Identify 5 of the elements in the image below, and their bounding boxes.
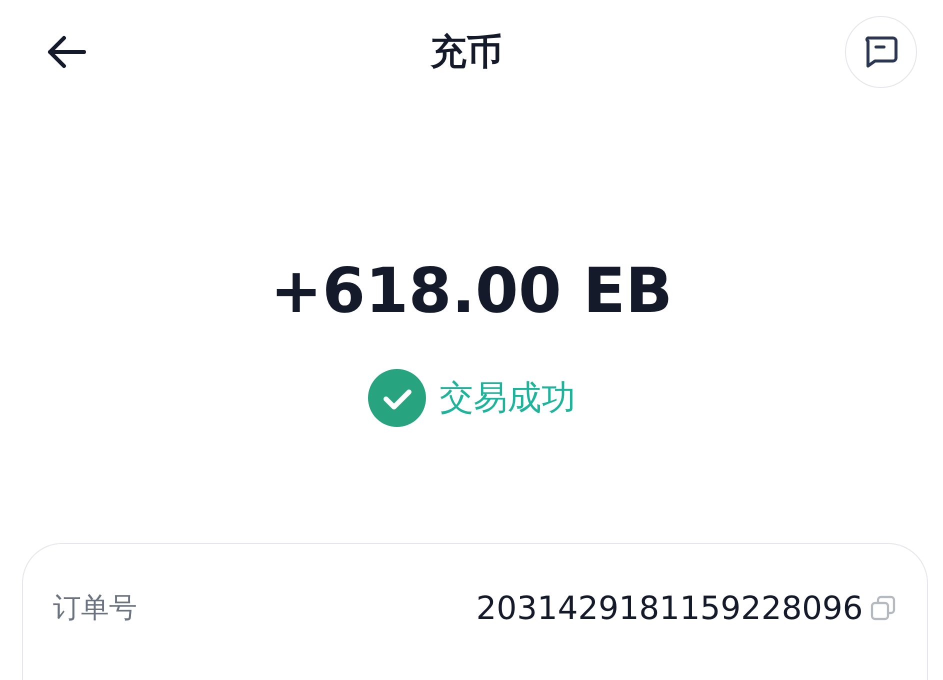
status-label: 交易成功 <box>440 377 576 420</box>
detail-value: 2031429181159228096 <box>476 589 863 627</box>
page-title: 充币 <box>430 30 502 74</box>
amount-text: +618.00 EB <box>269 254 674 327</box>
detail-label: 订单号 <box>53 590 137 626</box>
